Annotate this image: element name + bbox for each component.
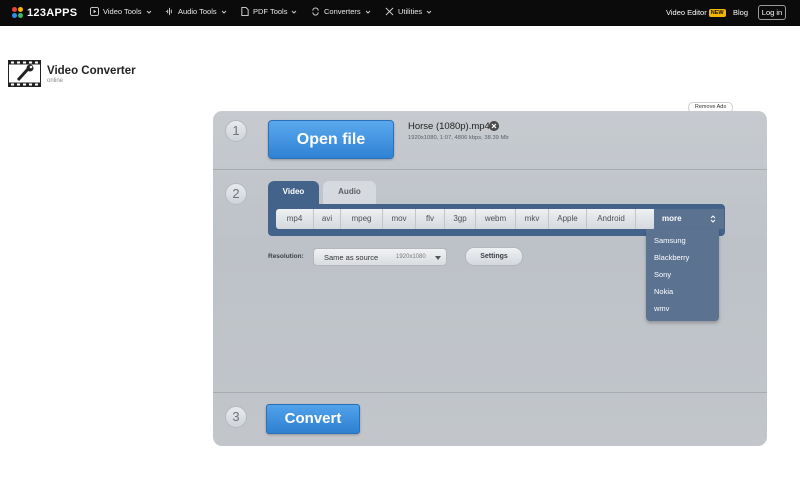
open-file-button[interactable]: Open file: [268, 120, 394, 159]
convert-arrows-icon: [312, 7, 319, 16]
step-three-badge: 3: [225, 406, 247, 428]
divider: [213, 392, 767, 393]
nav-label: Video Tools: [103, 7, 142, 16]
dropdown-item-blackberry[interactable]: Blackberry: [654, 253, 689, 262]
dropdown-item-nokia[interactable]: Nokia: [654, 287, 673, 296]
updown-arrows-icon: [710, 215, 716, 223]
audio-wave-icon: [165, 7, 172, 16]
play-icon: [90, 7, 99, 16]
file-name: Horse (1080p).mp4: [408, 121, 490, 132]
file-meta: 1920x1080, 1:07, 4806 kbps, 38.39 Mb: [408, 135, 509, 141]
nav-audio-tools[interactable]: Audio Tools: [165, 7, 227, 16]
page-subtitle: online: [47, 78, 64, 84]
dropdown-item-wmv[interactable]: wmv: [654, 304, 669, 313]
chevron-down-icon: [221, 10, 226, 14]
caret-down-icon: [435, 256, 441, 260]
settings-button[interactable]: Settings: [465, 247, 523, 266]
more-formats-dropdown: Samsung Blackberry Sony Nokia wmv: [646, 229, 719, 321]
convert-button[interactable]: Convert: [266, 404, 360, 434]
step-two-badge: 2: [225, 183, 247, 205]
logo-text: 123APPS: [27, 7, 78, 19]
video-editor-label: Video Editor: [666, 8, 707, 17]
tools-icon: [385, 7, 394, 16]
divider: [213, 169, 767, 170]
nav-label: Audio Tools: [178, 7, 217, 16]
top-nav-bar: 123APPS Video Tools Audio Tools PDF Tool…: [0, 0, 800, 26]
more-wrap: more: [276, 209, 724, 229]
chevron-down-icon: [426, 10, 432, 14]
video-editor-link[interactable]: Video Editor NEW: [666, 8, 726, 17]
close-icon[interactable]: [489, 121, 499, 131]
nav-label: Utilities: [398, 7, 423, 16]
login-button[interactable]: Log in: [758, 5, 786, 20]
nav-pdf-tools[interactable]: PDF Tools: [241, 7, 297, 16]
dropdown-item-sony[interactable]: Sony: [654, 270, 671, 279]
resolution-value: Same as source: [324, 253, 379, 262]
page-title: Video Converter: [47, 65, 136, 77]
logo-dots-icon: [12, 7, 24, 19]
blog-link[interactable]: Blog: [733, 8, 748, 17]
nav-label: Converters: [324, 7, 361, 16]
resolution-select[interactable]: Same as source 1920x1080: [313, 248, 447, 266]
film-wrench-icon: [8, 60, 41, 87]
chevron-down-icon: [146, 10, 151, 14]
converter-panel: 1 Open file Horse (1080p).mp4 1920x1080,…: [213, 111, 767, 446]
tab-audio[interactable]: Audio: [323, 181, 376, 205]
more-formats-button[interactable]: more: [654, 209, 724, 229]
chevron-down-icon: [292, 10, 297, 14]
resolution-dims: 1920x1080: [396, 254, 426, 260]
nav-converters[interactable]: Converters: [311, 7, 371, 16]
pdf-file-icon: [241, 7, 249, 16]
dropdown-item-samsung[interactable]: Samsung: [654, 236, 686, 245]
tab-video[interactable]: Video: [268, 181, 319, 205]
new-badge: NEW: [708, 9, 726, 17]
resolution-label: Resolution:: [268, 253, 304, 260]
nav-label: PDF Tools: [253, 7, 288, 16]
nav-video-tools[interactable]: Video Tools: [90, 7, 152, 16]
nav-utilities[interactable]: Utilities: [385, 7, 432, 16]
more-label: more: [662, 214, 682, 223]
step-one-badge: 1: [225, 120, 247, 142]
logo[interactable]: 123APPS: [12, 6, 77, 20]
chevron-down-icon: [365, 10, 371, 14]
